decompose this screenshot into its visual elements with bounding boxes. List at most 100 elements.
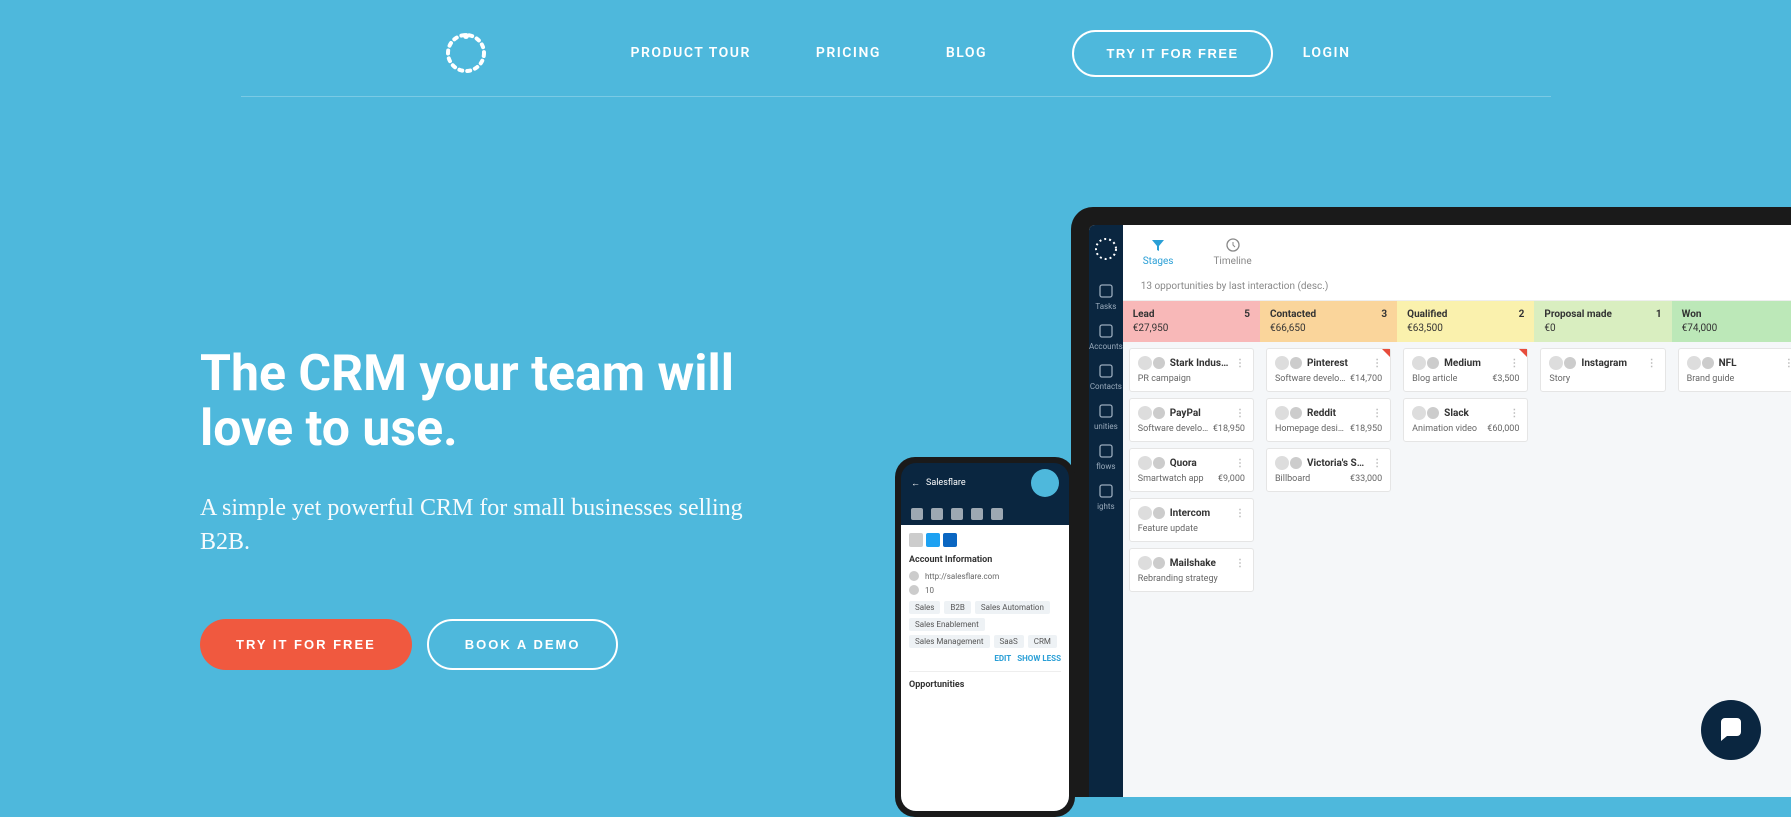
company-avatar-icon: [1549, 356, 1563, 370]
opportunity-card[interactable]: PayPal⋮Software develo…€18,950: [1129, 398, 1254, 442]
alert-indicator-icon: [1519, 349, 1527, 357]
card-name: Reddit: [1307, 408, 1367, 419]
phone-app-title: Salesflare: [926, 478, 966, 488]
info-url: http://salesflare.com: [909, 571, 1061, 581]
flow-icon: [1098, 403, 1114, 419]
tag-list: Sales B2B Sales Automation Sales Enablement…: [909, 601, 1061, 648]
more-icon[interactable]: ⋮: [1372, 458, 1382, 469]
sidebar-item-contacts[interactable]: Contacts: [1089, 357, 1123, 397]
try-free-button[interactable]: TRY IT FOR FREE: [1072, 30, 1272, 77]
opportunity-card[interactable]: Pinterest⋮Software develo…€14,700: [1266, 348, 1391, 392]
card-name: Mailshake: [1170, 558, 1230, 569]
globe-icon[interactable]: [909, 533, 923, 547]
more-icon[interactable]: ⋮: [1647, 358, 1657, 369]
opportunity-card[interactable]: Intercom⋮Feature update: [1129, 498, 1254, 542]
card-name: Victoria's Se...: [1307, 458, 1367, 469]
hero-section: The CRM your team will love to use. A si…: [0, 97, 1791, 797]
toolbar-icon[interactable]: [991, 508, 1003, 520]
link-icon: [909, 571, 919, 581]
chat-bubble-icon[interactable]: [1701, 700, 1761, 760]
more-icon[interactable]: ⋮: [1372, 358, 1382, 369]
tab-stages[interactable]: Stages: [1143, 237, 1174, 267]
opportunity-card[interactable]: Victoria's Se...⋮Billboard€33,000: [1266, 448, 1391, 492]
nav-blog[interactable]: BLOG: [946, 45, 987, 61]
user-avatar-icon: [1153, 557, 1165, 569]
bulb-icon: [1098, 483, 1114, 499]
header-actions: TRY IT FOR FREE LOGIN: [1072, 30, 1350, 77]
card-value: €60,000: [1487, 424, 1519, 434]
opportunity-card[interactable]: Quora⋮Smartwatch app€9,000: [1129, 448, 1254, 492]
sidebar-item-ights[interactable]: ights: [1089, 477, 1123, 517]
hero-copy: The CRM your team will love to use. A si…: [200, 157, 770, 797]
card-value: €33,000: [1350, 474, 1382, 484]
phone-mockup: ←Salesflare Account Informa: [895, 457, 1075, 817]
nav-product-tour[interactable]: PRODUCT TOUR: [631, 45, 751, 61]
opportunity-card[interactable]: Reddit⋮Homepage desi…€18,950: [1266, 398, 1391, 442]
more-icon[interactable]: ⋮: [1784, 358, 1791, 369]
back-icon[interactable]: ←: [911, 478, 920, 489]
edit-link[interactable]: EDIT: [994, 654, 1011, 663]
brand-logo-icon[interactable]: [441, 28, 491, 78]
more-icon[interactable]: ⋮: [1372, 408, 1382, 419]
user-avatar-icon: [1564, 357, 1576, 369]
toolbar-icon[interactable]: [931, 508, 943, 520]
more-icon[interactable]: ⋮: [1235, 558, 1245, 569]
stage-header: Lead5€27,950: [1123, 301, 1260, 342]
card-desc: Rebranding strategy: [1138, 574, 1218, 584]
social-icons: [909, 533, 1061, 547]
card-name: PayPal: [1170, 408, 1230, 419]
opportunity-card[interactable]: NFL⋮Brand guide: [1678, 348, 1791, 392]
phone-logo-icon: [1031, 469, 1059, 497]
stage-header: Qualified2€63,500: [1397, 301, 1534, 342]
nav-pricing[interactable]: PRICING: [816, 45, 881, 61]
opportunity-card[interactable]: Instagram⋮Story: [1540, 348, 1665, 392]
clock-icon: [1225, 237, 1241, 253]
tag[interactable]: B2B: [944, 601, 970, 614]
tab-timeline[interactable]: Timeline: [1213, 237, 1251, 267]
sidebar-item-flows[interactable]: flows: [1089, 437, 1123, 477]
more-icon[interactable]: ⋮: [1235, 408, 1245, 419]
linkedin-icon[interactable]: [943, 533, 957, 547]
hero-try-free-button[interactable]: TRY IT FOR FREE: [200, 619, 412, 670]
tag[interactable]: Sales: [909, 601, 940, 614]
card-name: Pinterest: [1307, 358, 1367, 369]
more-icon[interactable]: ⋮: [1235, 358, 1245, 369]
tag[interactable]: CRM: [1028, 635, 1057, 648]
opportunity-card[interactable]: Slack⋮Animation video€60,000: [1403, 398, 1528, 442]
tag[interactable]: Sales Automation: [975, 601, 1050, 614]
login-link[interactable]: LOGIN: [1303, 45, 1351, 61]
card-name: Stark Industr...: [1170, 358, 1230, 369]
app-logo-icon: [1092, 235, 1120, 263]
company-avatar-icon: [1687, 356, 1701, 370]
twitter-icon[interactable]: [926, 533, 940, 547]
more-icon[interactable]: ⋮: [1235, 508, 1245, 519]
tag[interactable]: SaaS: [994, 635, 1024, 648]
sidebar-item-accounts[interactable]: Accounts: [1089, 317, 1123, 357]
filter-icon: [1150, 237, 1166, 253]
phone-body: Account Information http://salesflare.co…: [901, 525, 1069, 811]
opportunity-card[interactable]: Stark Industr...⋮PR campaign: [1129, 348, 1254, 392]
view-tabs: Stages Timeline: [1123, 225, 1791, 273]
more-icon[interactable]: ⋮: [1509, 408, 1519, 419]
tag[interactable]: Sales Enablement: [909, 618, 985, 631]
opportunity-card[interactable]: Medium⋮Blog article€3,500: [1403, 348, 1528, 392]
toolbar-icon[interactable]: [971, 508, 983, 520]
company-avatar-icon: [1412, 406, 1426, 420]
card-desc: Brand guide: [1687, 374, 1735, 384]
card-value: €3,500: [1492, 374, 1519, 384]
toolbar-icon[interactable]: [951, 508, 963, 520]
sidebar-item-tasks[interactable]: Tasks: [1089, 277, 1123, 317]
toolbar-icon[interactable]: [911, 508, 923, 520]
people-icon: [909, 585, 919, 595]
card-name: Slack: [1444, 408, 1504, 419]
sidebar-item-unities[interactable]: unities: [1089, 397, 1123, 437]
book-demo-button[interactable]: BOOK A DEMO: [427, 619, 619, 670]
show-less-link[interactable]: SHOW LESS: [1017, 654, 1061, 663]
more-icon[interactable]: ⋮: [1509, 358, 1519, 369]
person-icon: [1098, 363, 1114, 379]
tag[interactable]: Sales Management: [909, 635, 990, 648]
status-line: 13 opportunities by last interaction (de…: [1123, 273, 1791, 301]
card-value: €14,700: [1350, 374, 1382, 384]
more-icon[interactable]: ⋮: [1235, 458, 1245, 469]
opportunity-card[interactable]: Mailshake ⋮ Rebranding strategy: [1129, 548, 1254, 592]
